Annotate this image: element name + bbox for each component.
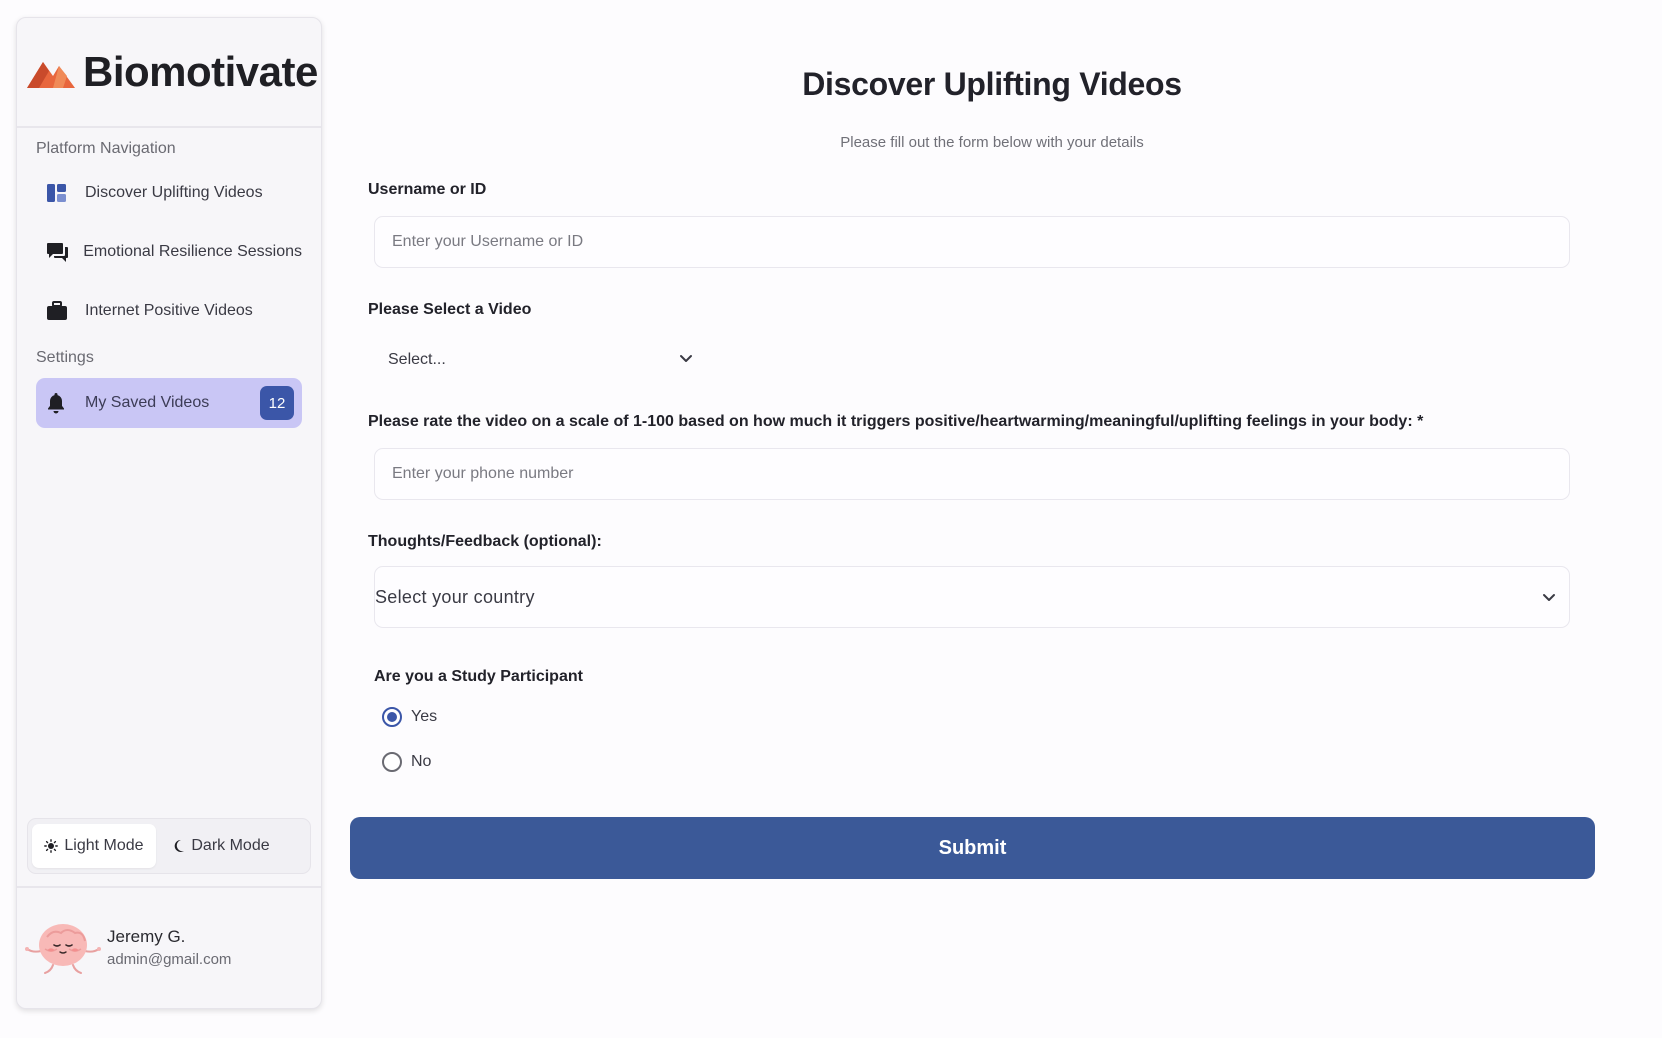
sidebar-item-discover-uplifting-videos[interactable]: Discover Uplifting Videos bbox=[36, 168, 302, 218]
main-content: Discover Uplifting Videos Please fill ou… bbox=[322, 0, 1662, 1038]
sidebar-item-label: Discover Uplifting Videos bbox=[85, 184, 263, 201]
light-mode-label: Light Mode bbox=[64, 837, 144, 854]
page-title: Discover Uplifting Videos bbox=[802, 66, 1182, 102]
moon-icon bbox=[175, 839, 185, 852]
sidebar-item-label: Emotional Resilience Sessions bbox=[83, 243, 302, 260]
feedback-select[interactable]: Select your country bbox=[374, 566, 1570, 628]
video-select-label: Please Select a Video bbox=[368, 301, 532, 318]
video-select[interactable]: Select... bbox=[374, 340, 694, 380]
chevron-down-icon bbox=[680, 355, 692, 362]
participant-label: Are you a Study Participant bbox=[374, 668, 583, 685]
brain-avatar-icon bbox=[25, 924, 101, 974]
sidebar-item-label: My Saved Videos bbox=[85, 394, 210, 411]
mountain-logo-icon bbox=[27, 62, 75, 88]
participant-option-yes[interactable]: Yes bbox=[382, 707, 437, 727]
rating-input[interactable] bbox=[374, 448, 1570, 500]
bell-icon bbox=[46, 391, 76, 415]
dashboard-icon bbox=[46, 181, 76, 205]
dark-mode-label: Dark Mode bbox=[191, 837, 270, 854]
page-subtitle: Please fill out the form below with your… bbox=[840, 134, 1144, 151]
app-root: Biomotivate Platform Navigation Discover… bbox=[0, 0, 1662, 1038]
feedback-select-value: Select your country bbox=[375, 586, 535, 607]
chat-icon bbox=[46, 240, 74, 264]
feedback-label: Thoughts/Feedback (optional): bbox=[368, 533, 602, 550]
sidebar-item-label: Internet Positive Videos bbox=[85, 302, 253, 319]
brand-name: Biomotivate bbox=[83, 48, 318, 95]
radio-label: Yes bbox=[411, 708, 438, 725]
sidebar-item-emotional-resilience-sessions[interactable]: Emotional Resilience Sessions bbox=[36, 227, 302, 277]
user-profile[interactable]: Jeremy G. admin@gmail.com bbox=[17, 886, 321, 1006]
video-select-value: Select... bbox=[388, 351, 446, 368]
sidebar-item-internet-positive-videos[interactable]: Internet Positive Videos bbox=[36, 286, 302, 336]
theme-mode-toggle: Light Mode Dark Mode bbox=[27, 818, 311, 874]
sidebar: Biomotivate Platform Navigation Discover… bbox=[16, 17, 322, 1009]
radio-button[interactable] bbox=[382, 752, 402, 772]
brand[interactable]: Biomotivate bbox=[17, 18, 321, 128]
participant-option-no[interactable]: No bbox=[382, 752, 431, 772]
radio-button-checked[interactable] bbox=[382, 707, 402, 727]
saved-count-badge: 12 bbox=[260, 386, 294, 420]
chevron-down-icon bbox=[1543, 594, 1555, 601]
radio-label: No bbox=[411, 753, 432, 770]
user-email: admin@gmail.com bbox=[107, 950, 232, 968]
section-platform-navigation: Platform Navigation bbox=[36, 140, 176, 157]
briefcase-icon bbox=[46, 299, 76, 323]
dark-mode-button[interactable]: Dark Mode bbox=[156, 824, 286, 868]
username-input[interactable] bbox=[374, 216, 1570, 268]
username-label: Username or ID bbox=[368, 181, 487, 198]
light-mode-button[interactable]: Light Mode bbox=[32, 824, 156, 868]
user-name: Jeremy G. bbox=[107, 926, 186, 946]
sidebar-item-my-saved-videos[interactable]: My Saved Videos 12 bbox=[36, 378, 302, 428]
submit-button[interactable]: Submit bbox=[350, 817, 1595, 879]
rating-label: Please rate the video on a scale of 1-10… bbox=[368, 413, 1424, 430]
user-info: Jeremy G. admin@gmail.com bbox=[107, 927, 231, 968]
section-settings: Settings bbox=[36, 349, 94, 366]
sun-icon bbox=[44, 839, 59, 853]
